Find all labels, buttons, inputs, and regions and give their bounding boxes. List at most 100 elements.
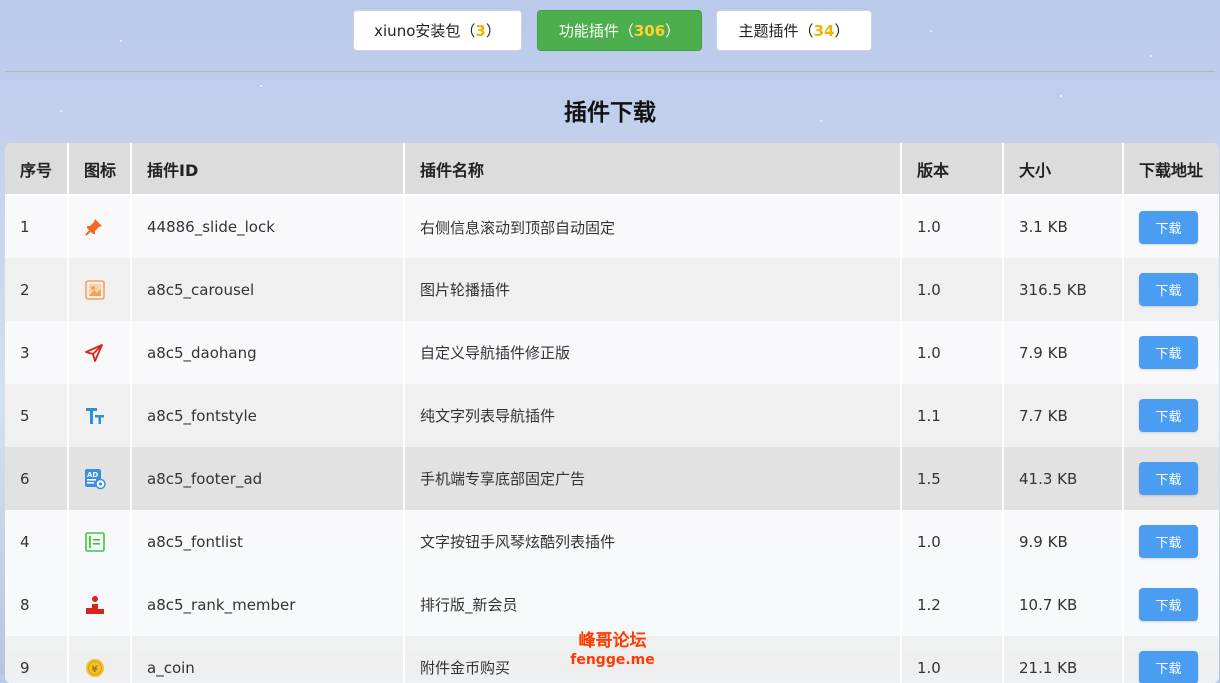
row-plugin-name: 图片轮播插件 xyxy=(404,258,902,321)
download-button[interactable]: 下载 xyxy=(1139,399,1198,432)
table-row: 5 a8c5_fontstyle 纯文字列表导航插件 1.1 7.7 KB 下载 xyxy=(5,384,1219,447)
table-row: 6 AD a8c5_footer_ad 手机端专享底部固定广告 1.5 41.3… xyxy=(5,447,1219,510)
download-button[interactable]: 下载 xyxy=(1139,336,1198,369)
page-title: 插件下载 xyxy=(564,100,656,126)
row-no: 3 xyxy=(5,321,69,384)
row-plugin-id: a8c5_rank_member xyxy=(131,573,405,636)
row-size: 316.5 KB xyxy=(1003,258,1124,321)
tab-label: xiuno安装包（ xyxy=(374,22,476,40)
row-no: 2 xyxy=(5,258,69,321)
tab-label: 主题插件（ xyxy=(738,22,814,40)
table-row: 8 a8c5_rank_member 排行版_新会员 1.2 10.7 KB 下… xyxy=(5,573,1219,636)
download-button[interactable]: 下载 xyxy=(1139,588,1198,621)
tab-suffix: ） xyxy=(834,22,850,40)
table-header-row: 序号 图标 插件ID 插件名称 版本 大小 下载地址 xyxy=(5,143,1219,196)
row-size: 10.7 KB xyxy=(1003,573,1124,636)
row-version: 1.0 xyxy=(901,195,1004,258)
star-dot xyxy=(260,85,262,87)
download-button[interactable]: 下载 xyxy=(1139,525,1198,558)
row-size: 3.1 KB xyxy=(1003,195,1124,258)
header-download: 下载地址 xyxy=(1123,143,1219,196)
list-box-icon xyxy=(84,531,130,553)
row-icon-cell xyxy=(68,195,132,258)
header-plugin-name: 插件名称 xyxy=(404,143,902,196)
watermark-cn: 峰哥论坛 xyxy=(578,631,647,651)
row-download-cell: 下载 xyxy=(1123,510,1219,573)
table-row: 3 a8c5_daohang 自定义导航插件修正版 1.0 7.9 KB 下载 xyxy=(5,321,1219,384)
row-icon-cell xyxy=(68,384,132,447)
row-download-cell: 下载 xyxy=(1123,573,1219,636)
image-carousel-icon xyxy=(84,279,130,301)
watermark-en: fengge.me xyxy=(570,651,655,668)
coin-icon: ¥ xyxy=(84,657,130,679)
download-button[interactable]: 下载 xyxy=(1139,651,1198,683)
tab-suffix: ） xyxy=(665,22,681,40)
navigation-arrow-icon xyxy=(84,343,130,363)
row-icon-cell xyxy=(68,510,132,573)
row-plugin-id: a_coin xyxy=(131,636,405,683)
row-plugin-id: a8c5_daohang xyxy=(131,321,405,384)
download-button[interactable]: 下载 xyxy=(1139,210,1198,244)
row-plugin-id: a8c5_footer_ad xyxy=(131,447,405,510)
row-plugin-name: 自定义导航插件修正版 xyxy=(404,321,902,384)
tab-install-package[interactable]: xiuno安装包（ 3） xyxy=(353,10,522,51)
row-plugin-name: 文字按钮手风琴炫酷列表插件 xyxy=(404,510,902,573)
row-no: 6 xyxy=(5,447,69,510)
row-size: 41.3 KB xyxy=(1003,447,1124,510)
tab-count: 34 xyxy=(813,21,835,40)
row-plugin-id: a8c5_fontstyle xyxy=(131,384,405,447)
row-no: 8 xyxy=(5,573,69,636)
row-size: 7.9 KB xyxy=(1003,321,1124,384)
plugin-table: 序号 图标 插件ID 插件名称 版本 大小 下载地址 1 44886_slide… xyxy=(5,143,1219,683)
row-icon-cell xyxy=(68,258,132,321)
row-download-cell: 下载 xyxy=(1123,636,1219,683)
header-size: 大小 xyxy=(1003,143,1124,196)
star-dot xyxy=(1150,55,1152,57)
row-version: 1.0 xyxy=(901,636,1004,683)
row-plugin-name: 排行版_新会员 xyxy=(404,573,902,636)
tab-theme-plugins[interactable]: 主题插件（ 34） xyxy=(716,10,872,51)
row-icon-cell xyxy=(68,573,132,636)
row-download-cell: 下载 xyxy=(1123,258,1219,321)
row-version: 1.0 xyxy=(901,510,1004,573)
tab-feature-plugins[interactable]: 功能插件（ 306） xyxy=(537,10,702,51)
row-plugin-name: 纯文字列表导航插件 xyxy=(404,384,902,447)
table-row: 4 a8c5_fontlist 文字按钮手风琴炫酷列表插件 1.0 9.9 KB xyxy=(5,510,1219,573)
tab-label: 功能插件（ xyxy=(558,22,634,40)
tab-suffix: ） xyxy=(485,22,501,40)
row-version: 1.1 xyxy=(901,384,1004,447)
header-no: 序号 xyxy=(5,143,69,196)
row-version: 1.0 xyxy=(901,258,1004,321)
row-plugin-id: 44886_slide_lock xyxy=(131,195,405,258)
tab-count: 306 xyxy=(633,21,666,40)
download-button[interactable]: 下载 xyxy=(1139,462,1198,495)
row-size: 7.7 KB xyxy=(1003,384,1124,447)
ranking-podium-icon xyxy=(84,594,130,616)
row-no: 1 xyxy=(5,195,69,258)
header-plugin-id: 插件ID xyxy=(131,143,405,196)
font-size-icon xyxy=(84,405,130,427)
row-no: 5 xyxy=(5,384,69,447)
divider xyxy=(5,71,1215,72)
row-plugin-id: a8c5_fontlist xyxy=(131,510,405,573)
table-row: 1 44886_slide_lock 右侧信息滚动到顶部自动固定 1.0 3.1… xyxy=(5,195,1219,258)
row-download-cell: 下载 xyxy=(1123,321,1219,384)
row-size: 21.1 KB xyxy=(1003,636,1124,683)
row-version: 1.0 xyxy=(901,321,1004,384)
category-tabs: xiuno安装包（ 3） 功能插件（ 306） 主题插件（ 34） xyxy=(0,10,1220,53)
row-no: 4 xyxy=(5,510,69,573)
table-row: 2 a8c5_carousel 图片轮播插件 1.0 316.5 KB 下载 xyxy=(5,258,1219,321)
tab-count: 3 xyxy=(475,21,486,40)
ad-settings-icon: AD xyxy=(84,468,130,490)
row-plugin-name: 手机端专享底部固定广告 xyxy=(404,447,902,510)
svg-text:¥: ¥ xyxy=(92,665,99,675)
row-no: 9 xyxy=(5,636,69,683)
row-download-cell: 下载 xyxy=(1123,384,1219,447)
download-button[interactable]: 下载 xyxy=(1139,273,1198,306)
row-icon-cell: ¥ xyxy=(68,636,132,683)
row-download-cell: 下载 xyxy=(1123,447,1219,510)
row-version: 1.5 xyxy=(901,447,1004,510)
watermark: 峰哥论坛 fengge.me xyxy=(560,631,665,668)
row-plugin-name: 右侧信息滚动到顶部自动固定 xyxy=(404,195,902,258)
row-download-cell: 下载 xyxy=(1123,195,1219,258)
